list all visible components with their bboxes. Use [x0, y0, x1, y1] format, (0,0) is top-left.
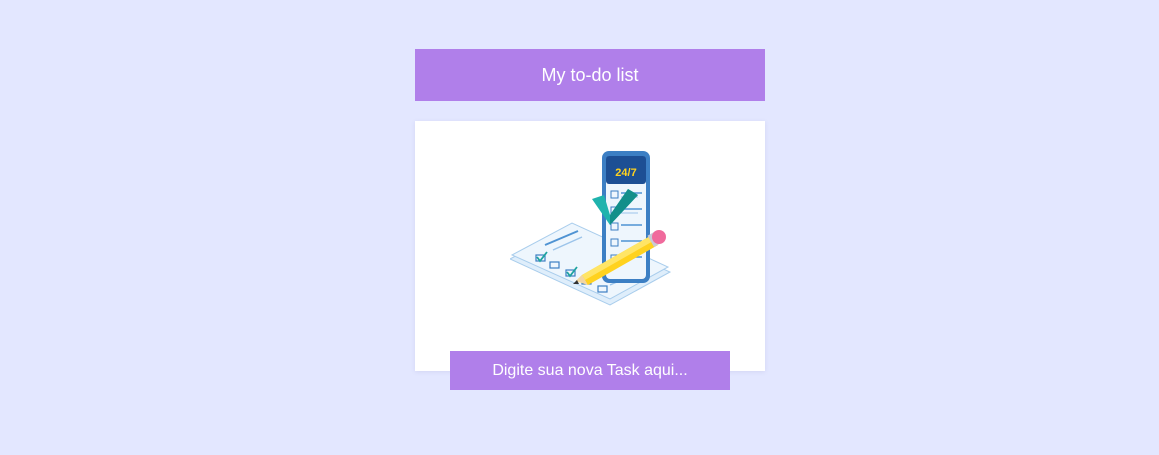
new-task-input[interactable] — [450, 351, 730, 390]
svg-text:24/7: 24/7 — [615, 167, 636, 179]
todo-checklist-icon: 24/7 — [510, 151, 672, 306]
page-title: My to-do list — [541, 64, 639, 85]
page-title-bar: My to-do list — [415, 49, 765, 101]
illustration-card: 24/7 — [415, 121, 765, 371]
